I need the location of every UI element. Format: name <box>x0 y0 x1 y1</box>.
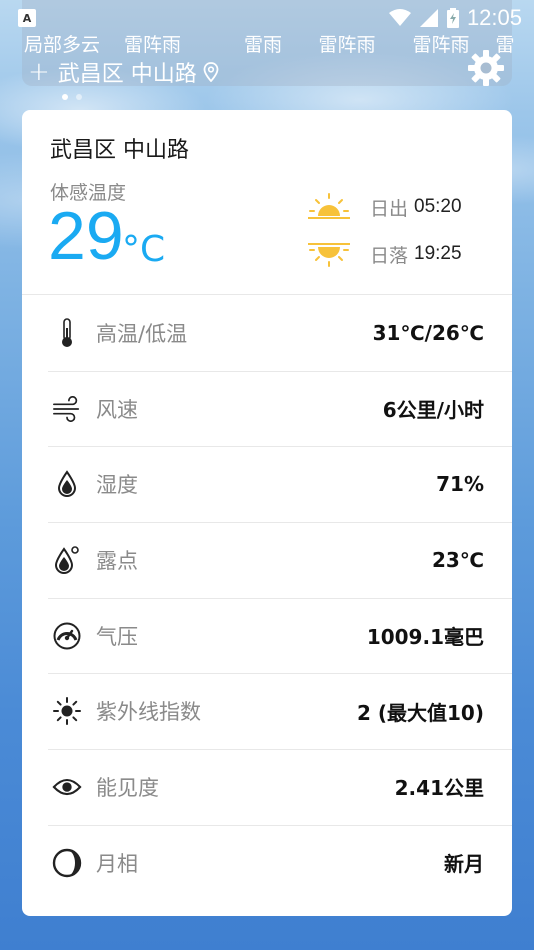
forecast-conditions-row: 局部多云 雷阵雨 雷雨 雷阵雨 雷阵雨 雷 <box>24 30 514 57</box>
detail-label: 露点 <box>96 548 138 573</box>
humidity-drop-icon <box>52 469 82 499</box>
detail-row-uv-index: 紫外线指数 2 (最大值10) <box>22 673 512 749</box>
details-list: 高温/低温 31℃/26℃ 风速 6公里/小时 湿度 71% 露点 23℃ 气压… <box>22 295 512 901</box>
wifi-icon <box>388 9 411 26</box>
detail-label: 能见度 <box>96 775 159 800</box>
detail-value: 1009.1毫巴 <box>366 625 484 650</box>
detail-row-moon-phase: 月相 新月 <box>22 824 512 901</box>
detail-row-wind: 风速 6公里/小时 <box>22 370 512 447</box>
location-bar[interactable]: + 武昌区 中山路 <box>28 56 219 88</box>
forecast-item: 雷阵雨 <box>318 34 376 56</box>
detail-label: 紫外线指数 <box>96 700 201 725</box>
detail-label: 气压 <box>96 624 138 649</box>
moon-phase-icon <box>52 848 82 878</box>
uv-sun-icon <box>52 696 82 726</box>
page-dot-active <box>62 94 68 100</box>
detail-value: 6公里/小时 <box>382 398 484 423</box>
detail-value: 2.41公里 <box>394 776 484 801</box>
detail-value: 2 (最大值10) <box>357 700 484 725</box>
weather-details-card: 武昌区 中山路 体感温度 29 °C 日出 05:20 日落 19:25 高温/… <box>22 110 512 916</box>
eye-icon <box>52 772 82 802</box>
add-location-icon[interactable]: + <box>28 59 50 85</box>
sunset-label: 日落 <box>370 244 409 267</box>
temperature-unit: °C <box>122 229 166 270</box>
settings-gear-icon[interactable] <box>466 48 506 88</box>
sunrise-icon <box>308 193 350 219</box>
detail-value: 71% <box>436 472 484 497</box>
page-indicator <box>62 94 82 100</box>
card-location-title: 武昌区 中山路 <box>50 138 189 163</box>
detail-label: 湿度 <box>96 473 138 498</box>
battery-charging-icon <box>446 8 459 28</box>
forecast-item: 局部多云 <box>24 34 101 56</box>
sunset-icon <box>308 243 350 267</box>
detail-value: 新月 <box>444 852 484 877</box>
detail-label: 风速 <box>96 397 138 422</box>
detail-row-visibility: 能见度 2.41公里 <box>22 749 512 825</box>
pressure-gauge-icon <box>52 621 82 651</box>
detail-value: 31℃/26℃ <box>372 320 484 345</box>
detail-row-high-low: 高温/低温 31℃/26℃ <box>22 295 512 371</box>
sunset-info: 日落 19:25 <box>306 238 462 270</box>
dew-point-icon <box>52 545 82 575</box>
sunset-time: 19:25 <box>414 243 462 264</box>
sunrise-time: 05:20 <box>414 196 462 217</box>
sunrise-info: 日出 05:20 <box>306 192 462 222</box>
forecast-item: 雷雨 <box>243 34 282 56</box>
detail-row-dew-point: 露点 23℃ <box>22 522 512 598</box>
detail-row-humidity: 湿度 71% <box>22 446 512 522</box>
forecast-item: 雷阵雨 <box>124 34 182 56</box>
page-dot <box>76 94 82 100</box>
cellular-signal-icon <box>419 9 438 27</box>
location-pin-icon <box>203 62 219 82</box>
feels-like-temperature: 29 <box>48 198 124 274</box>
notification-app-icon: A <box>18 9 36 27</box>
detail-label: 高温/低温 <box>96 321 188 346</box>
clock: 12:05 <box>466 5 522 30</box>
detail-label: 月相 <box>96 851 138 876</box>
location-name: 武昌区 中山路 <box>57 62 197 87</box>
sunrise-label: 日出 <box>370 197 409 220</box>
detail-row-pressure: 气压 1009.1毫巴 <box>22 597 512 674</box>
detail-value: 23℃ <box>431 547 484 572</box>
thermometer-icon <box>52 318 82 348</box>
wind-icon <box>52 394 82 424</box>
